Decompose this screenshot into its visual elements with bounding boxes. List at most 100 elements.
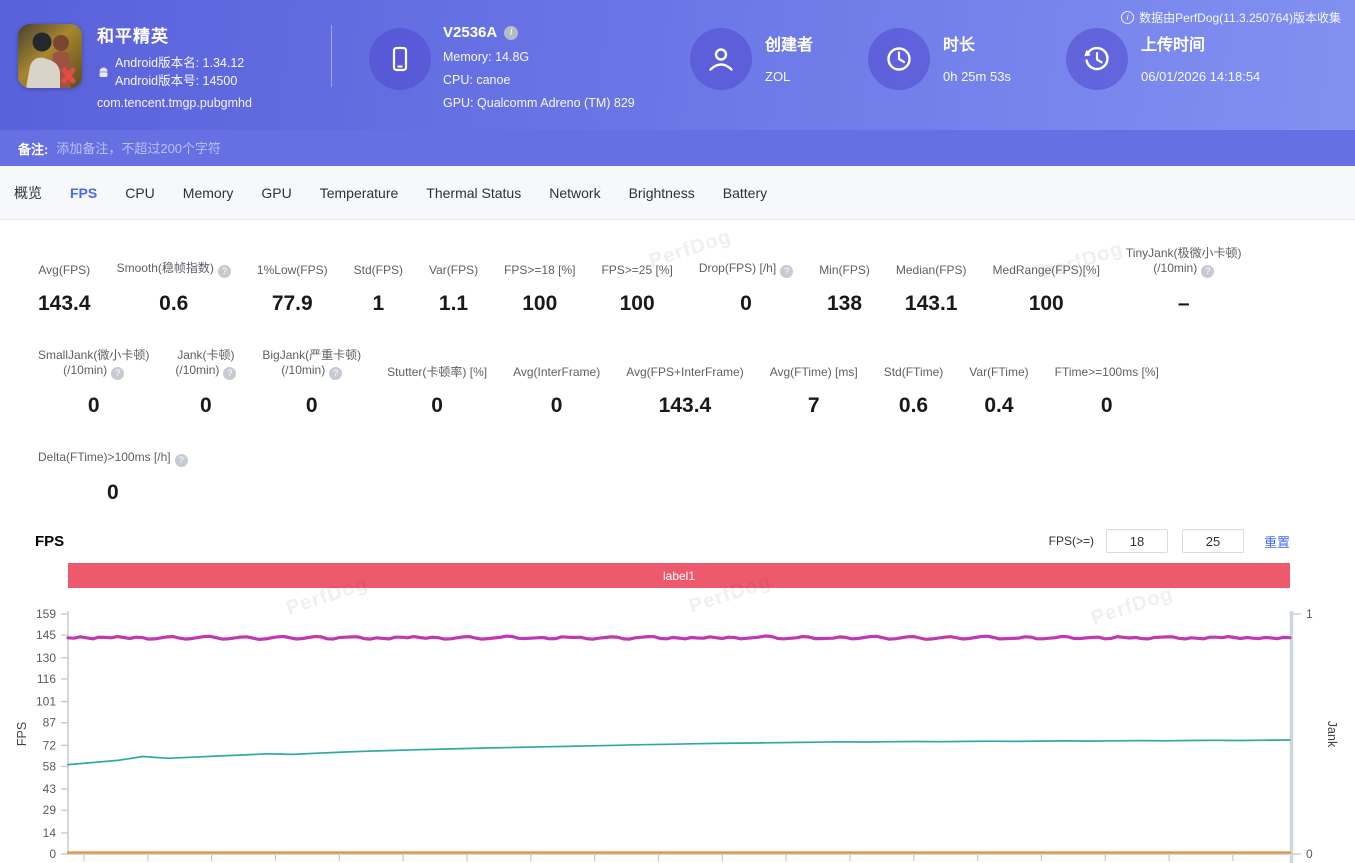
tab-gpu[interactable]: GPU — [247, 185, 305, 201]
fps-tab-content: Avg(FPS)143.4Smooth(稳帧指数)?0.61%Low(FPS)7… — [0, 220, 1355, 863]
fps-chart[interactable]: 01429435872871011161301451590100:0001:22… — [0, 601, 1355, 863]
stat-min-fps: Min(FPS) 138 — [819, 263, 870, 316]
fps-threshold-input-2[interactable] — [1182, 529, 1244, 553]
help-icon[interactable]: ? — [780, 265, 793, 278]
duration-info: 时长 0h 25m 53s — [943, 31, 1011, 84]
stat-value: 143.1 — [896, 292, 967, 316]
creator-value: ZOL — [765, 69, 813, 84]
stat-value: 0 — [699, 292, 793, 316]
help-icon[interactable]: ? — [218, 265, 231, 278]
stat-label: MedRange(FPS)[%] — [993, 263, 1100, 277]
stat-value: 100 — [993, 292, 1100, 316]
stat-label: Avg(FTime) [ms] — [770, 365, 858, 379]
collect-note: i 数据由PerfDog(11.3.250764)版本收集 — [1121, 9, 1341, 26]
stats-row: Avg(FPS)143.4Smooth(稳帧指数)?0.61%Low(FPS)7… — [38, 246, 1355, 316]
tab-overview[interactable]: 概览 — [0, 183, 56, 203]
stat-value: 77.9 — [257, 292, 328, 316]
stat-fps-ge-18: FPS>=18 [%]100 — [504, 263, 575, 316]
stat-value: 0 — [175, 394, 236, 418]
tab-network[interactable]: Network — [535, 185, 614, 201]
stat-label: TinyJank(极微小卡顿) (/10min) — [1126, 246, 1242, 275]
reset-button[interactable]: 重置 — [1264, 532, 1290, 551]
stat-stutter: Stutter(卡顿率) [%]0 — [387, 365, 487, 418]
creator-icon — [690, 28, 752, 90]
report-header: i 数据由PerfDog(11.3.250764)版本收集 和平精英 — [0, 0, 1355, 130]
stat-label: FTime>=100ms [%] — [1055, 365, 1159, 379]
stat-label: Min(FPS) — [819, 263, 870, 277]
tab-temperature[interactable]: Temperature — [306, 185, 413, 201]
stat-value: 0.6 — [884, 394, 944, 418]
phone-icon — [384, 43, 416, 75]
stat-value: 0 — [38, 394, 149, 418]
svg-text:14: 14 — [43, 826, 57, 840]
tab-memory[interactable]: Memory — [169, 185, 248, 201]
android-build: Android版本号: 14500 — [115, 72, 244, 90]
stat-medrange-fps: MedRange(FPS)[%] 100 — [993, 263, 1100, 316]
android-icon — [97, 66, 110, 79]
series-secondary — [68, 740, 1290, 765]
stat-delta-ftime: Delta(FTime)>100ms [/h]?0 — [38, 450, 188, 505]
clock-icon — [883, 43, 915, 75]
note-input[interactable] — [56, 141, 676, 156]
device-model: V2536A — [443, 24, 497, 41]
stat-value: 1 — [354, 292, 403, 316]
info-icon: i — [1121, 11, 1134, 24]
stat-std-fps: Std(FPS)1 — [354, 263, 403, 316]
stat-label: Median(FPS) — [896, 263, 967, 277]
stat-avg-ftime: Avg(FTime) [ms] 7 — [770, 365, 858, 418]
stat-var-fps: Var(FPS)1.1 — [429, 263, 478, 316]
stat-avg-fps-interframe: Avg(FPS+InterFrame)143.4 — [626, 365, 743, 418]
help-icon[interactable]: ? — [175, 454, 188, 467]
stat-bigjank: BigJank(严重卡顿) (/10min)?0 — [262, 348, 361, 418]
tab-brightness[interactable]: Brightness — [615, 185, 709, 201]
tab-battery[interactable]: Battery — [709, 185, 781, 201]
stat-value: 100 — [504, 292, 575, 316]
help-icon[interactable]: ? — [111, 367, 124, 380]
fps-section-header: FPS FPS(>=) 重置 — [35, 519, 1290, 563]
stat-label: FPS>=25 [%] — [601, 263, 672, 277]
tab-thermal-status[interactable]: Thermal Status — [412, 185, 535, 201]
stat-value: 0 — [387, 394, 487, 418]
fps-filter-label: FPS(>=) — [1049, 534, 1094, 548]
upload-icon — [1066, 28, 1128, 90]
fps-threshold-input-1[interactable] — [1106, 529, 1168, 553]
stat-label: Delta(FTime)>100ms [/h] — [38, 450, 171, 464]
stats-grid: Avg(FPS)143.4Smooth(稳帧指数)?0.61%Low(FPS)7… — [0, 220, 1355, 505]
help-icon[interactable]: ? — [329, 367, 342, 380]
stat-value: 0.4 — [969, 394, 1028, 418]
device-gpu: GPU: Qualcomm Adreno (TM) 829 — [443, 96, 635, 110]
stat-fps-ge-25: FPS>=25 [%]100 — [601, 263, 672, 316]
stat-value: 138 — [819, 292, 870, 316]
svg-text:1: 1 — [1306, 607, 1313, 621]
stat-std-ftime: Std(FTime) 0.6 — [884, 365, 944, 418]
stat-smalljank: SmallJank(微小卡顿) (/10min)?0 — [38, 348, 149, 418]
stat-value: – — [1126, 292, 1242, 316]
stat-drop-fps: Drop(FPS) [/h]?0 — [699, 261, 793, 316]
stat-label: Std(FTime) — [884, 365, 944, 379]
person-icon — [705, 43, 737, 75]
stat-jank: Jank(卡顿) (/10min)?0 — [175, 348, 236, 418]
svg-text:87: 87 — [43, 716, 57, 730]
help-icon[interactable]: ? — [1201, 265, 1214, 278]
duration-value: 0h 25m 53s — [943, 69, 1011, 84]
tab-fps[interactable]: FPS — [56, 185, 111, 201]
app-info: 和平精英 Android版本名: 1.34.12 Android版本号: 145… — [97, 22, 252, 110]
svg-text:0: 0 — [49, 847, 56, 861]
device-icon — [369, 28, 431, 90]
help-icon[interactable]: ? — [223, 367, 236, 380]
stats-row: Delta(FTime)>100ms [/h]?0 — [38, 450, 1355, 505]
device-info-icon[interactable]: i — [504, 26, 518, 40]
tab-cpu[interactable]: CPU — [111, 185, 169, 201]
stat-value: 0 — [513, 394, 600, 418]
android-version: Android版本名: 1.34.12 — [115, 54, 244, 72]
note-label: 备注: — [18, 139, 48, 158]
fps-chart-section: label1 01429435872871011161301451590100:… — [0, 563, 1355, 863]
chart-title: FPS — [35, 533, 64, 550]
note-bar: 备注: — [0, 130, 1355, 166]
stat-value: 7 — [770, 394, 858, 418]
stat-value: 0 — [262, 394, 361, 418]
stat-value: 0 — [1055, 394, 1159, 418]
fps-chart-container[interactable]: 01429435872871011161301451590100:0001:22… — [0, 601, 1355, 863]
stat-label: Avg(FPS) — [38, 263, 90, 277]
upload-info: 上传时间 06/01/2026 14:18:54 — [1141, 31, 1260, 84]
